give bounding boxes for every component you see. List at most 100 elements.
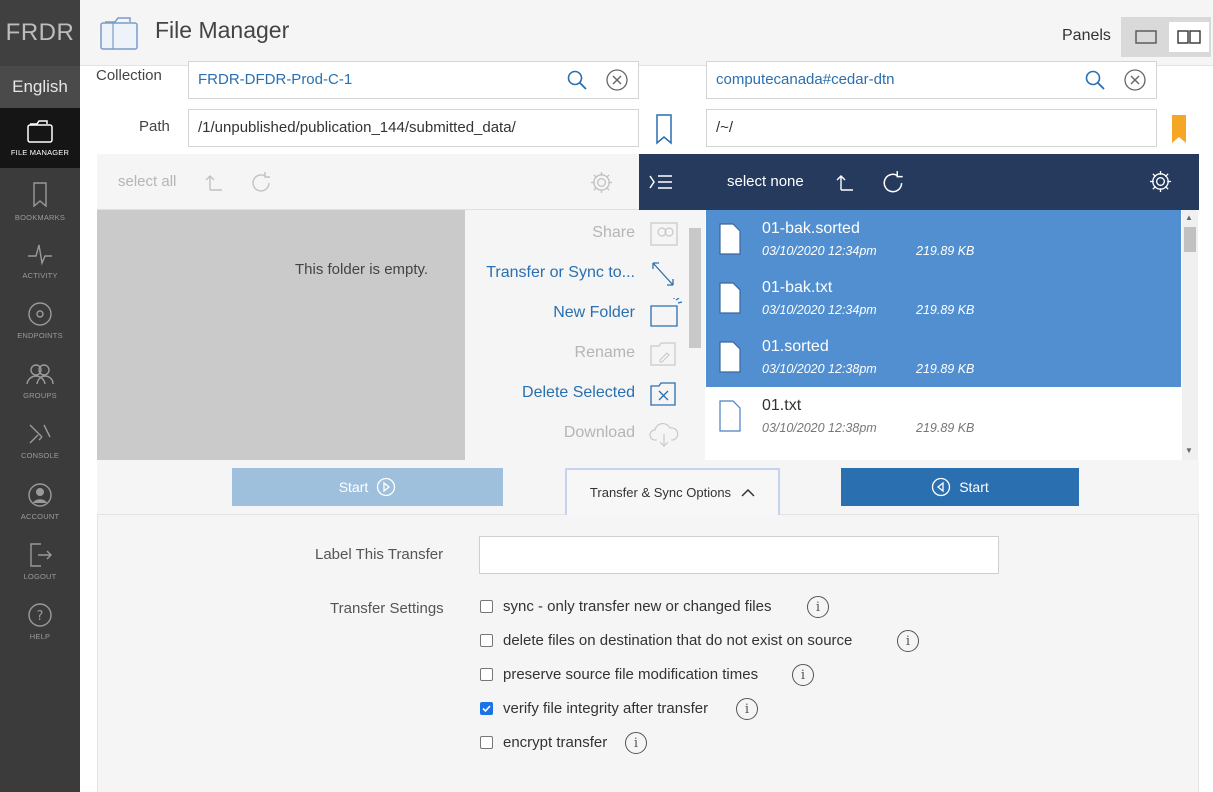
- file-icon: [719, 282, 741, 314]
- share-action[interactable]: Share: [592, 224, 635, 242]
- file-icon: [719, 223, 741, 255]
- start-right-label: Start: [959, 479, 989, 495]
- start-left-button[interactable]: Start: [232, 468, 503, 506]
- nav-help[interactable]: ? HELP: [0, 592, 80, 652]
- right-collection-value: computecanada#cedar-dtn: [716, 71, 895, 88]
- nav-activity[interactable]: ACTIVITY: [0, 231, 80, 291]
- file-row[interactable]: 01.txt 03/10/2020 12:38pm 219.89 KB: [706, 387, 1181, 446]
- single-panel-icon: [1135, 30, 1157, 44]
- file-row[interactable]: 01-bak.sorted 03/10/2020 12:34pm 219.89 …: [706, 210, 1181, 269]
- file-size: 219.89 KB: [916, 303, 975, 317]
- file-name: 01-bak.txt: [762, 279, 833, 296]
- nav-label: CONSOLE: [20, 451, 60, 460]
- transfer-icon: [652, 262, 674, 286]
- right-collection-field[interactable]: computecanada#cedar-dtn: [706, 61, 1157, 99]
- bookmark-icon[interactable]: [654, 113, 674, 145]
- file-date: 03/10/2020 12:34pm: [762, 244, 877, 258]
- left-collection-field[interactable]: FRDR-DFDR-Prod-C-1: [188, 61, 639, 99]
- left-toolbar: [97, 154, 639, 210]
- file-size: 219.89 KB: [916, 421, 975, 435]
- file-icon: [719, 341, 741, 373]
- file-size: 219.89 KB: [916, 244, 975, 258]
- right-path-input[interactable]: /~/: [706, 109, 1157, 147]
- transfer-sync-action[interactable]: Transfer or Sync to...: [486, 264, 635, 282]
- nav-groups[interactable]: GROUPS: [0, 351, 80, 411]
- scroll-thumb[interactable]: [1184, 227, 1196, 252]
- info-icon[interactable]: i: [807, 596, 829, 618]
- logout-icon: [30, 543, 52, 567]
- nav-logout[interactable]: LOGOUT: [0, 532, 80, 592]
- rename-action[interactable]: Rename: [575, 344, 635, 362]
- file-manager-header-icon: [100, 17, 138, 50]
- help-icon: ?: [28, 603, 52, 627]
- nav-label: GROUPS: [23, 391, 57, 400]
- activity-icon: [28, 244, 52, 266]
- label-transfer-label: Label This Transfer: [315, 546, 444, 563]
- encrypt-checkbox[interactable]: [480, 736, 493, 749]
- nav-label: ENDPOINTS: [17, 331, 63, 340]
- file-size: 219.89 KB: [916, 362, 975, 376]
- nav-label: HELP: [29, 632, 51, 641]
- right-path-value: /~/: [716, 119, 734, 136]
- verify-integrity-checkbox[interactable]: [480, 702, 493, 715]
- transfer-sync-options-toggle[interactable]: Transfer & Sync Options: [565, 468, 780, 517]
- refresh-icon[interactable]: [251, 170, 273, 194]
- info-icon[interactable]: i: [625, 732, 647, 754]
- download-icon: [649, 422, 679, 447]
- up-folder-icon[interactable]: [204, 172, 224, 192]
- actions-scrollbar[interactable]: [689, 228, 701, 348]
- gear-icon[interactable]: [1149, 170, 1172, 193]
- delete-files-checkbox[interactable]: [480, 634, 493, 647]
- dual-panel-button[interactable]: [1169, 22, 1209, 52]
- nav-account[interactable]: ACCOUNT: [0, 472, 80, 532]
- file-name: 01.txt: [762, 397, 802, 414]
- scroll-down-arrow-icon[interactable]: ▼: [1185, 446, 1193, 455]
- collapse-menu-icon[interactable]: [649, 173, 673, 191]
- new-folder-icon: [650, 298, 683, 327]
- up-folder-icon[interactable]: [835, 172, 855, 192]
- brand-logo[interactable]: FRDR: [0, 0, 80, 66]
- nav-endpoints[interactable]: ENDPOINTS: [0, 291, 80, 351]
- clear-icon[interactable]: [605, 68, 629, 92]
- file-row[interactable]: 01-bak.txt 03/10/2020 12:34pm 219.89 KB: [706, 269, 1181, 328]
- bookmark-icon: [33, 182, 47, 208]
- preserve-times-checkbox[interactable]: [480, 668, 493, 681]
- left-collection-value: FRDR-DFDR-Prod-C-1: [198, 71, 353, 88]
- file-list-scrollbar[interactable]: ▲ ▼: [1182, 210, 1198, 460]
- play-right-icon: [377, 477, 396, 497]
- nav-file-manager[interactable]: FILE MANAGER: [0, 108, 80, 168]
- empty-folder-message: This folder is empty.: [295, 261, 429, 278]
- download-action[interactable]: Download: [564, 424, 635, 442]
- start-left-label: Start: [338, 479, 369, 495]
- sync-checkbox[interactable]: [480, 600, 493, 613]
- info-icon[interactable]: i: [792, 664, 814, 686]
- nav-console[interactable]: CONSOLE: [0, 411, 80, 471]
- info-icon[interactable]: i: [897, 630, 919, 652]
- gear-icon[interactable]: [590, 171, 613, 194]
- file-row[interactable]: 01.sorted 03/10/2020 12:38pm 219.89 KB: [706, 328, 1181, 387]
- bookmark-active-icon[interactable]: [1169, 113, 1189, 145]
- chevron-up-icon: [741, 488, 755, 497]
- groups-icon: [26, 364, 54, 385]
- label-transfer-input[interactable]: [479, 536, 999, 574]
- right-toolbar: [639, 154, 1199, 210]
- refresh-icon[interactable]: [882, 169, 906, 195]
- nav-bookmarks[interactable]: BOOKMARKS: [0, 171, 80, 231]
- new-folder-action[interactable]: New Folder: [553, 304, 635, 322]
- nav-label: FILE MANAGER: [10, 148, 70, 157]
- language-selector[interactable]: English: [0, 66, 80, 108]
- delete-icon: [650, 382, 676, 406]
- info-icon[interactable]: i: [736, 698, 758, 720]
- search-icon[interactable]: [1084, 69, 1106, 91]
- file-date: 03/10/2020 12:38pm: [762, 421, 877, 435]
- left-path-input[interactable]: /1/unpublished/publication_144/submitted…: [188, 109, 639, 147]
- single-panel-button[interactable]: [1126, 22, 1166, 52]
- select-none-button[interactable]: select none: [727, 173, 804, 190]
- clear-icon[interactable]: [1123, 68, 1147, 92]
- delete-selected-action[interactable]: Delete Selected: [522, 384, 635, 402]
- select-all-button[interactable]: select all: [118, 173, 176, 190]
- start-right-button[interactable]: Start: [841, 468, 1079, 506]
- file-name: 01-bak.sorted: [762, 220, 860, 237]
- scroll-up-arrow-icon[interactable]: ▲: [1185, 213, 1193, 222]
- search-icon[interactable]: [566, 69, 588, 91]
